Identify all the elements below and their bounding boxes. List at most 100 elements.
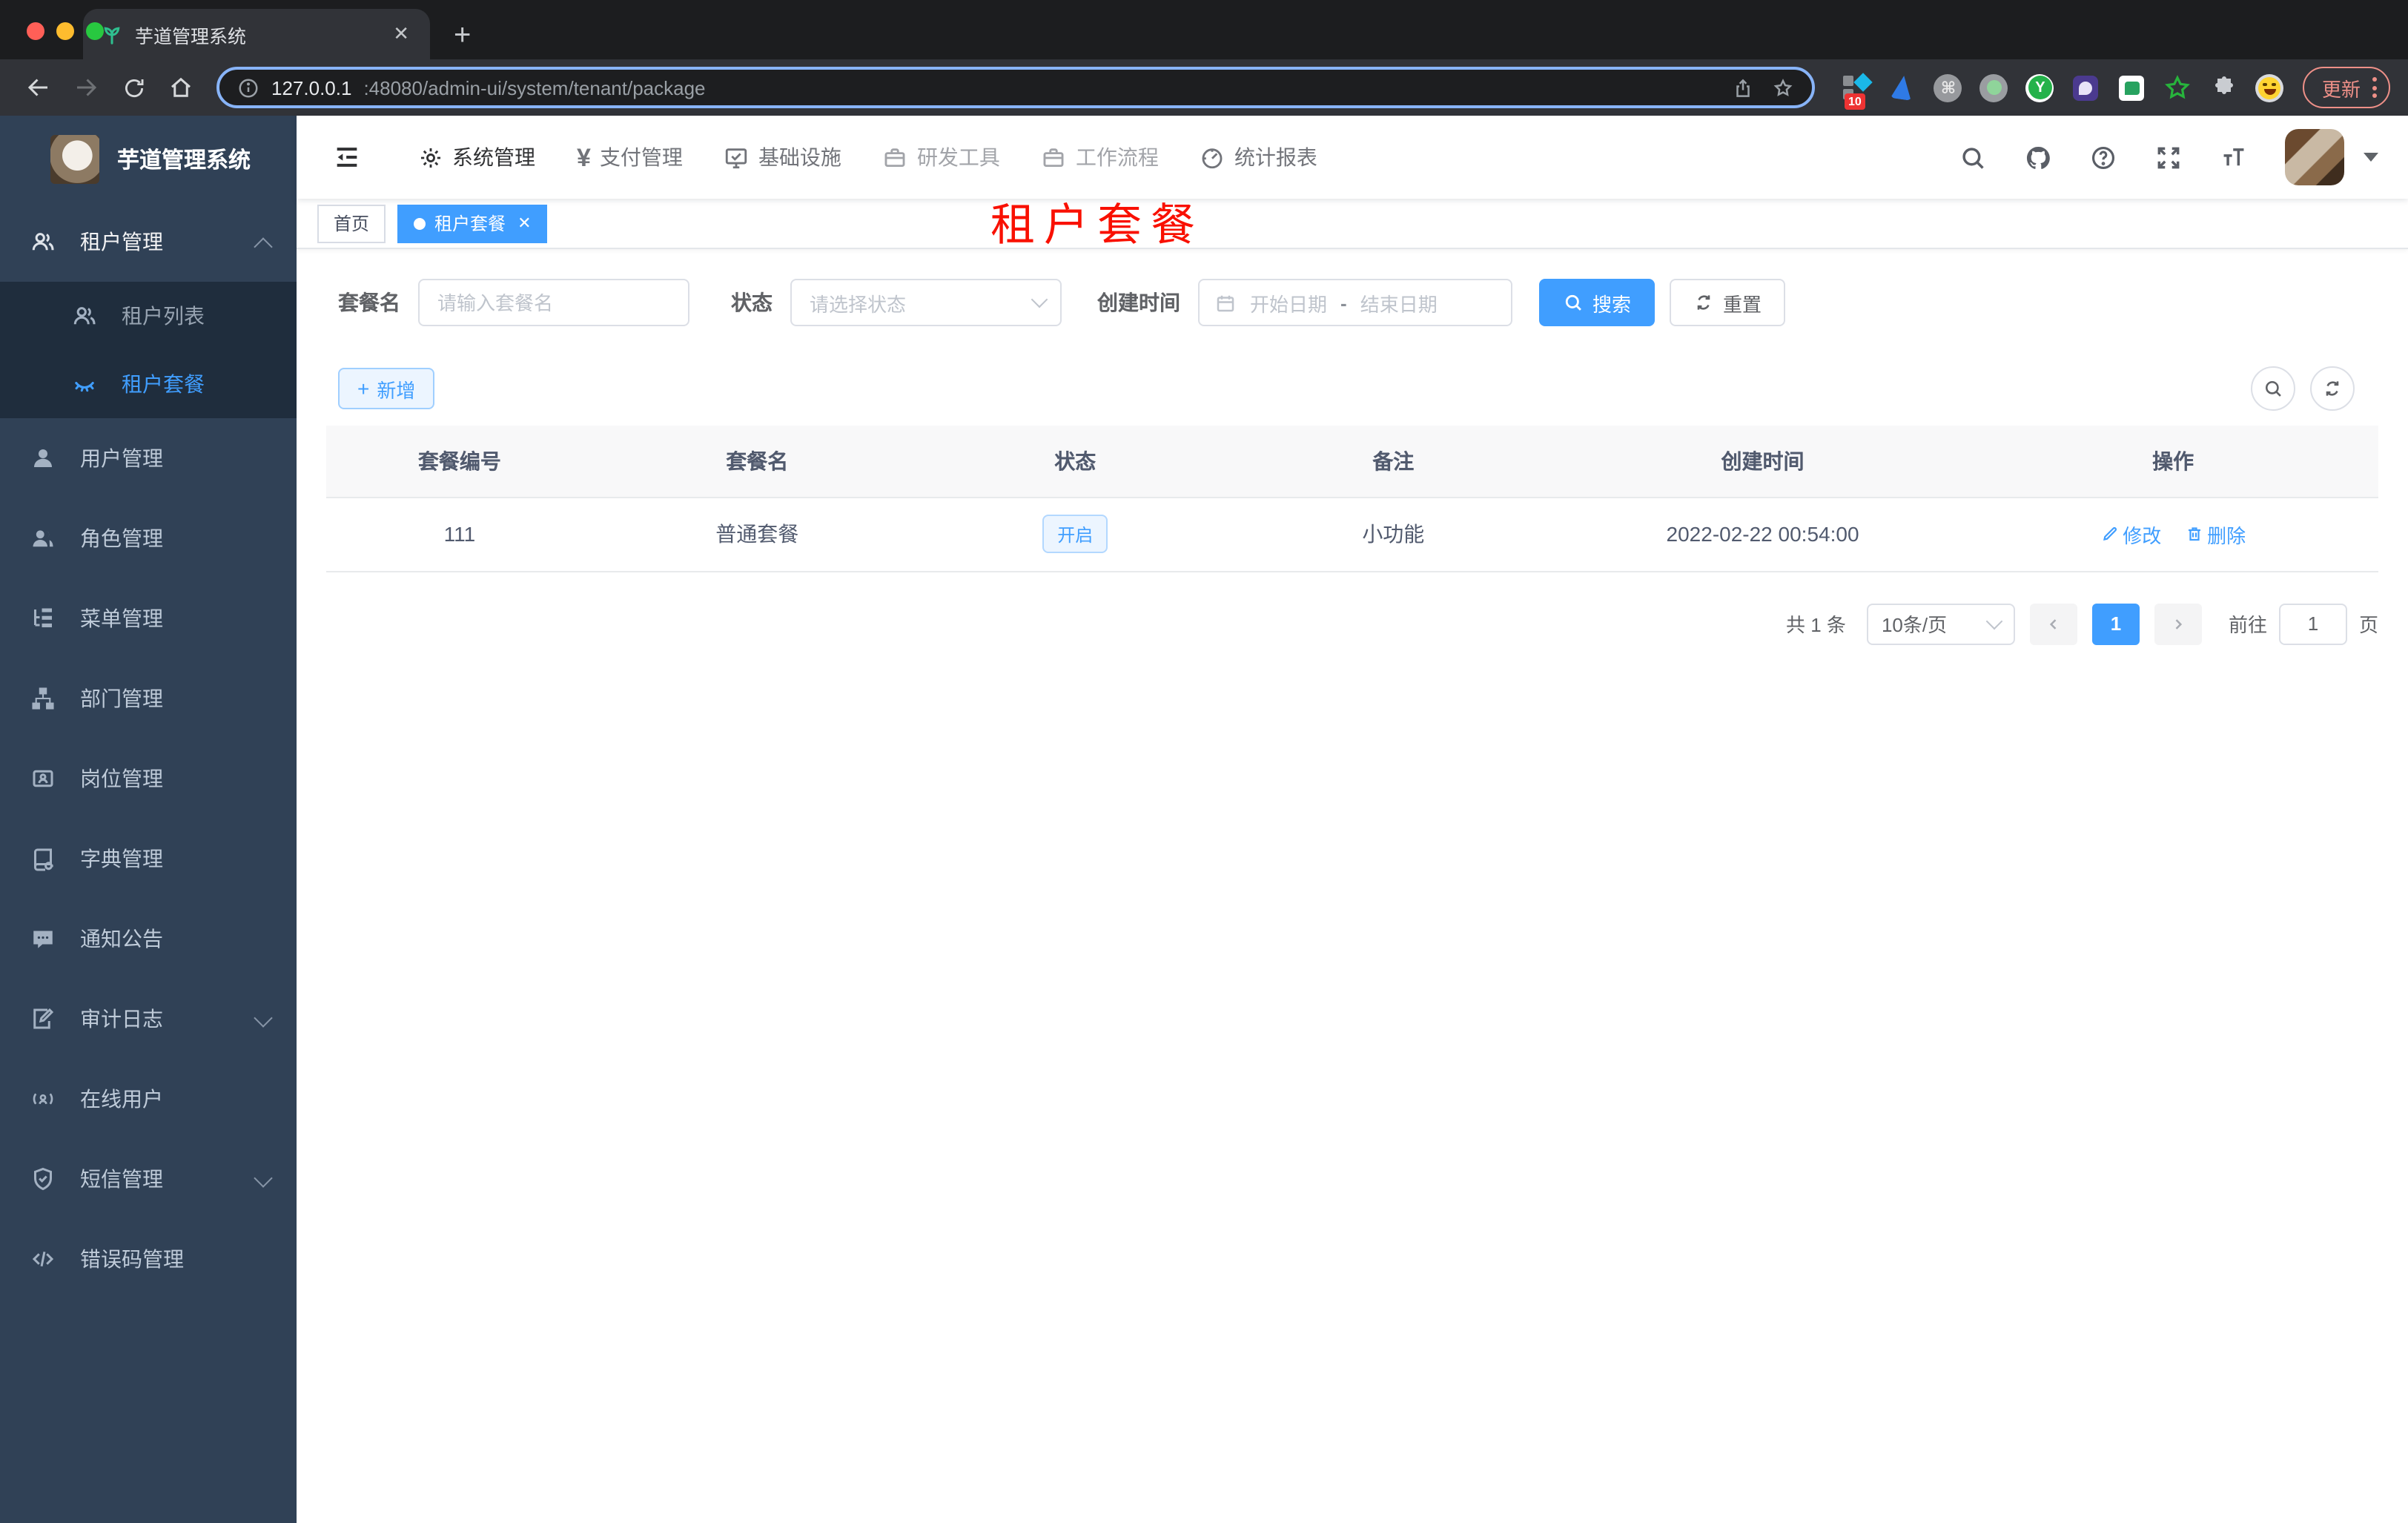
sidebar-item-role-management[interactable]: 角色管理 [0,498,297,578]
chat-ext-icon[interactable] [2117,73,2147,102]
toggle-search-button[interactable] [2251,366,2295,411]
table-row: 111 普通套餐 开启 小功能 2022-02-22 00:54:00 修改 删… [326,497,2378,572]
letter-y-icon[interactable]: Y [2025,73,2055,102]
edit-link[interactable]: 修改 [2100,520,2161,548]
table-toolbar: + 新增 [326,366,2378,411]
font-size-icon[interactable] [2220,143,2248,171]
trash-icon [2188,527,2200,541]
column-header-id: 套餐编号 [326,426,593,498]
sidebar-item-error-code[interactable]: 错误码管理 [0,1219,297,1299]
extension-badge-icon[interactable]: 10 [1842,73,1873,110]
status-select[interactable]: 请选择状态 [790,279,1062,326]
zoom-window-button[interactable] [86,22,104,40]
app-logo[interactable]: 芋道管理系统 [0,116,297,202]
browser-update-button[interactable]: 更新 [2302,67,2390,108]
nav-item-report[interactable]: 统计报表 [1180,116,1338,199]
tab-close-icon[interactable]: ✕ [390,22,412,46]
sidebar-item-label: 租户列表 [122,304,205,328]
sidebar-item-dict-management[interactable]: 字典管理 [0,819,297,899]
search-button[interactable]: 搜索 [1539,279,1656,326]
site-info-icon[interactable] [237,76,259,99]
github-icon[interactable] [2024,143,2052,171]
prev-page-button[interactable] [2029,603,2077,644]
next-page-button[interactable] [2154,603,2202,644]
help-icon[interactable] [2089,143,2117,171]
search-button-label: 搜索 [1592,293,1632,315]
search-icon [2265,380,2281,397]
url-bar[interactable]: 127.0.0.1 :48080/admin-ui/system/tenant/… [216,67,1815,108]
date-range-picker[interactable]: 开始日期 - 结束日期 [1198,279,1512,326]
sidebar-collapse-icon[interactable] [320,131,374,184]
nav-item-payment[interactable]: ¥ 支付管理 [556,116,704,199]
kite-icon[interactable] [1888,73,1917,102]
post-icon [30,765,56,792]
reset-button[interactable]: 重置 [1670,279,1786,326]
star-ext-icon[interactable] [2163,73,2193,102]
page-size-select[interactable]: 10条/页 [1866,603,2015,644]
browser-tab[interactable]: 芋道管理系统 ✕ [83,9,430,59]
forward-icon[interactable] [65,67,107,108]
sidebar-item-dept-management[interactable]: 部门管理 [0,658,297,739]
back-icon[interactable] [18,67,59,108]
reset-button-label: 重置 [1723,293,1762,315]
refresh-table-button[interactable] [2310,366,2355,411]
header-right [1959,129,2378,185]
status-placeholder: 请选择状态 [810,293,907,315]
fullscreen-icon[interactable] [2154,143,2183,171]
sidebar-item-audit-log[interactable]: 审计日志 [0,979,297,1059]
browser-menu-icon[interactable] [2372,77,2377,98]
nav-item-infra[interactable]: 基础设施 [704,116,862,199]
current-page-button[interactable]: 1 [2091,603,2140,644]
sidebar-item-online-users[interactable]: 在线用户 [0,1059,297,1139]
puzzle-icon[interactable] [2209,73,2239,102]
chevron-down-icon [1031,291,1048,308]
plus-icon: + [357,377,370,400]
command-icon[interactable]: ⌘ [1934,73,1963,102]
reload-icon[interactable] [113,67,154,108]
goto-page-input[interactable] [2278,603,2347,644]
tag-home[interactable]: 首页 [317,204,386,242]
date-separator: - [1340,291,1347,314]
nav-item-system[interactable]: 系统管理 [397,116,556,199]
sidebar-item-tenant-package[interactable]: 租户套餐 [0,350,297,418]
table-header-row: 套餐编号 套餐名 状态 备注 创建时间 操作 [326,426,2378,498]
shield-ext-icon[interactable] [2071,73,2101,102]
sidebar-item-label: 租户管理 [80,230,163,254]
sidebar-item-menu-management[interactable]: 菜单管理 [0,578,297,658]
tag-tenant-package[interactable]: 租户套餐 ✕ [397,204,548,242]
user-icon [30,445,56,472]
share-icon[interactable] [1732,76,1754,99]
avatar[interactable] [2285,129,2344,185]
delete-link[interactable]: 删除 [2185,520,2246,548]
record-icon[interactable] [1979,73,2009,102]
search-icon[interactable] [1959,143,1987,171]
sidebar-item-label: 菜单管理 [80,607,163,630]
sidebar-item-notice[interactable]: 通知公告 [0,899,297,979]
cell-package-name: 普通套餐 [592,497,922,572]
package-name-input[interactable] [418,279,689,326]
online-icon [30,1086,56,1112]
home-icon[interactable] [160,67,202,108]
nav-item-workflow[interactable]: 工作流程 [1021,116,1180,199]
new-tab-button[interactable]: + [454,21,471,50]
peoples-icon [71,303,98,329]
top-nav: 系统管理 ¥ 支付管理 基础设施 研发工具 工作流程 统计报表 [397,116,1338,199]
sidebar-item-post-management[interactable]: 岗位管理 [0,739,297,819]
nav-item-devtools[interactable]: 研发工具 [862,116,1021,199]
sidebar-item-tenant-management[interactable]: 租户管理 [0,202,297,282]
sidebar-item-user-management[interactable]: 用户管理 [0,418,297,498]
caret-down-icon[interactable] [2364,153,2378,162]
bookmark-star-icon[interactable] [1772,76,1794,99]
tag-close-icon[interactable]: ✕ [517,214,531,233]
emoji-icon[interactable] [2255,73,2285,102]
sidebar-item-sms-management[interactable]: 短信管理 [0,1139,297,1219]
sidebar-submenu-tenant: 租户列表 租户套餐 [0,282,297,418]
shield-check-icon [30,1166,56,1192]
close-window-button[interactable] [27,22,44,40]
sidebar-item-tenant-list[interactable]: 租户列表 [0,282,297,350]
sidebar: 芋道管理系统 租户管理 租户列表 租户套餐 用户管理 角色管理 菜单管理 部门管… [0,116,297,1523]
add-button[interactable]: + 新增 [338,368,435,409]
eye-closed-icon [71,371,98,397]
minimize-window-button[interactable] [56,22,74,40]
sidebar-item-label: 用户管理 [80,446,163,470]
